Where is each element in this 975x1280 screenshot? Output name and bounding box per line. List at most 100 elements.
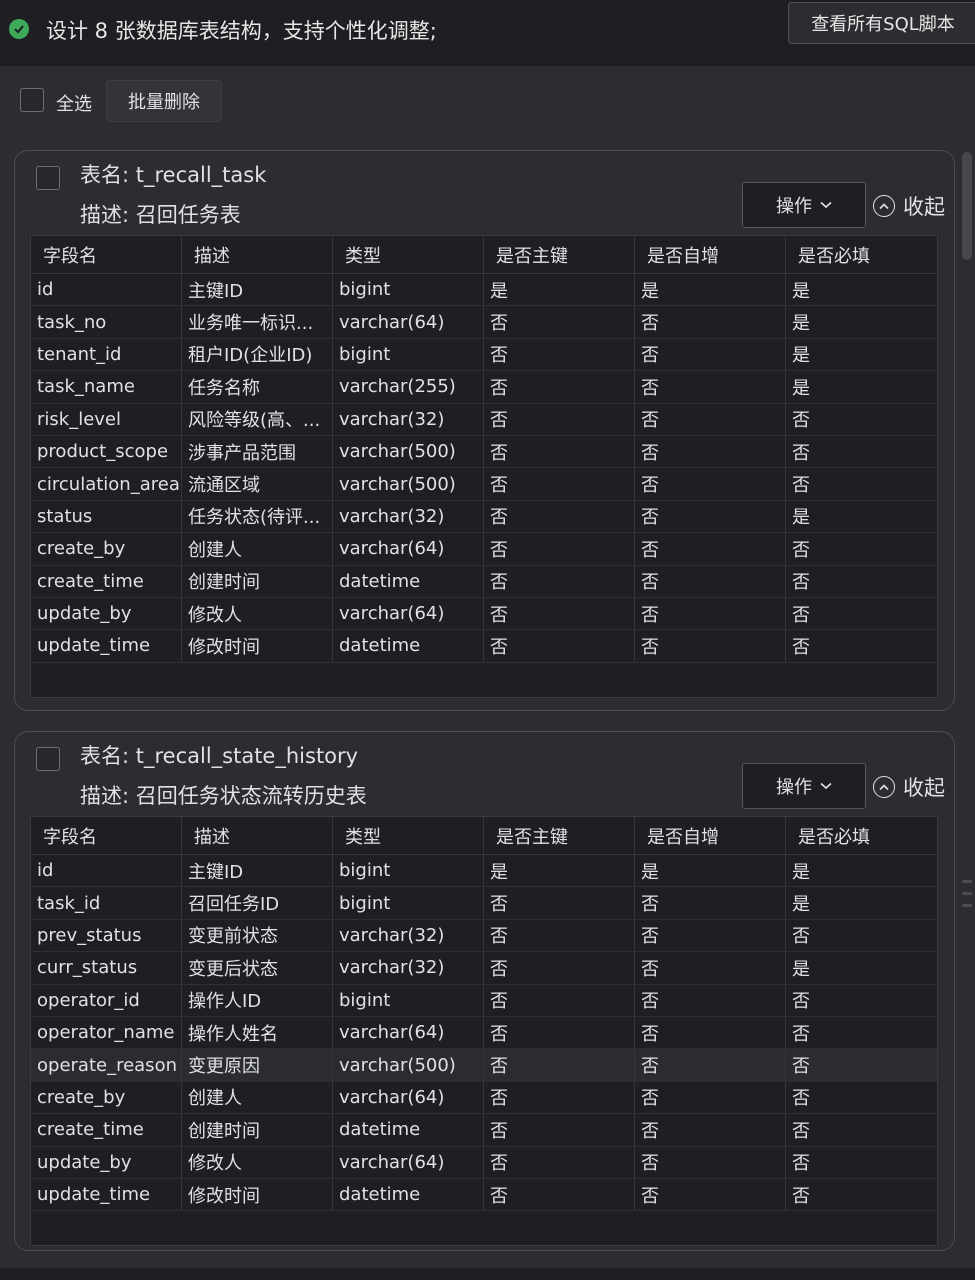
table-cell: 否 bbox=[635, 468, 786, 500]
batch-delete-button[interactable]: 批量删除 bbox=[106, 80, 222, 122]
table-cell: task_id bbox=[31, 887, 182, 919]
scroll-markers bbox=[962, 880, 972, 916]
table-select-checkbox[interactable] bbox=[36, 166, 60, 190]
table-cell: 业务唯一标识... bbox=[182, 306, 333, 338]
table-cell: operator_name bbox=[31, 1016, 182, 1049]
table-row[interactable]: risk_level 风险等级(高、... varchar(32) 否否否 bbox=[31, 403, 937, 436]
table-cell: varchar(64) bbox=[333, 1146, 484, 1178]
table-cell: 任务名称 bbox=[182, 371, 333, 403]
table-cell: 否 bbox=[484, 533, 635, 565]
view-all-sql-button[interactable]: 查看所有SQL脚本 bbox=[788, 2, 975, 44]
table-row[interactable]: status 任务状态(待评... varchar(32) 否否是 bbox=[31, 500, 937, 534]
chevron-up-circle-icon bbox=[873, 776, 895, 798]
table-cell: update_time bbox=[31, 630, 182, 662]
table-cell: 否 bbox=[792, 410, 810, 432]
column-header: 描述 bbox=[182, 236, 333, 273]
table-row[interactable]: id 主键ID bigint 是是是 bbox=[31, 855, 937, 888]
table-cell: varchar(64) bbox=[333, 597, 484, 630]
table-cell: 任务状态(待评... bbox=[182, 500, 333, 533]
table-cell: datetime bbox=[333, 1178, 484, 1211]
table-cell: 否 bbox=[484, 887, 635, 919]
table-cell: curr_status bbox=[31, 952, 182, 984]
table-cell: 流通区域 bbox=[182, 468, 333, 500]
column-header: 是否主键 bbox=[484, 817, 635, 854]
table-cell: tenant_id bbox=[31, 338, 182, 371]
chevron-up-circle-icon bbox=[873, 195, 895, 217]
table-row[interactable]: create_by 创建人 varchar(64) 否否否 bbox=[31, 533, 937, 566]
table-cell: 否 bbox=[484, 1114, 635, 1146]
table-cell: 否 bbox=[792, 1120, 810, 1142]
table-row[interactable]: tenant_id 租户ID(企业ID) bigint 否否是 bbox=[31, 338, 937, 372]
table-row[interactable]: product_scope 涉事产品范围 varchar(500) 否否否 bbox=[31, 435, 937, 469]
table-cell: 否 bbox=[484, 338, 635, 371]
column-header: 字段名 bbox=[31, 817, 182, 854]
table-cell: 否 bbox=[635, 533, 786, 565]
table-cell: create_by bbox=[31, 1081, 182, 1114]
table-row[interactable]: update_time 修改时间 datetime 否否否 bbox=[31, 630, 937, 663]
table-row[interactable]: circulation_area 流通区域 varchar(500) 否否否 bbox=[31, 468, 937, 501]
table-cell: 否 bbox=[635, 565, 786, 597]
column-header: 类型 bbox=[333, 236, 484, 273]
table-footer-space bbox=[31, 663, 937, 697]
table-row[interactable]: id 主键ID bigint 是是是 bbox=[31, 274, 937, 307]
table-row[interactable]: update_by 修改人 varchar(64) 否否否 bbox=[31, 597, 937, 631]
column-header: 是否自增 bbox=[635, 236, 786, 273]
table-cell: 否 bbox=[792, 442, 810, 464]
table-cell: 否 bbox=[635, 306, 786, 338]
table-cell: create_time bbox=[31, 565, 182, 597]
table-cell: 否 bbox=[484, 1049, 635, 1081]
table-cell: 是 bbox=[792, 958, 810, 980]
table-cell: 修改时间 bbox=[182, 630, 333, 662]
table-row[interactable]: task_id 召回任务ID bigint 否否是 bbox=[31, 887, 937, 920]
table-cell: varchar(32) bbox=[333, 500, 484, 533]
table-row[interactable]: operate_reason 变更原因 varchar(500) 否否否 bbox=[31, 1049, 937, 1082]
table-cell: 否 bbox=[635, 952, 786, 984]
table-cell: 否 bbox=[635, 1016, 786, 1049]
table-cell: 变更原因 bbox=[182, 1049, 333, 1081]
table-row[interactable]: operator_name 操作人姓名 varchar(64) 否否否 bbox=[31, 1016, 937, 1050]
operation-dropdown[interactable]: 操作 bbox=[742, 763, 866, 809]
table-row[interactable]: create_time 创建时间 datetime 否否否 bbox=[31, 1114, 937, 1147]
table-cell: varchar(64) bbox=[333, 1081, 484, 1114]
table-cell: bigint bbox=[333, 984, 484, 1016]
table-cell: operator_id bbox=[31, 984, 182, 1016]
table-cell: 创建人 bbox=[182, 1081, 333, 1114]
table-cell: varchar(32) bbox=[333, 403, 484, 435]
operation-dropdown[interactable]: 操作 bbox=[742, 182, 866, 228]
column-header: 是否自增 bbox=[635, 817, 786, 854]
select-all-checkbox[interactable] bbox=[20, 88, 44, 112]
table-cell: varchar(64) bbox=[333, 1016, 484, 1049]
table-cell: create_time bbox=[31, 1114, 182, 1146]
table-description: 描述: 召回任务状态流转历史表 bbox=[80, 784, 367, 808]
collapse-toggle[interactable]: 收起 bbox=[873, 191, 945, 221]
table-cell: varchar(32) bbox=[333, 952, 484, 984]
table-select-checkbox[interactable] bbox=[36, 747, 60, 771]
table-row[interactable]: create_by 创建人 varchar(64) 否否否 bbox=[31, 1081, 937, 1115]
table-row[interactable]: task_name 任务名称 varchar(255) 否否是 bbox=[31, 371, 937, 404]
table-cell: varchar(32) bbox=[333, 919, 484, 952]
table-cell: 主键ID bbox=[182, 274, 333, 306]
table-cell: 否 bbox=[792, 926, 810, 948]
table-cell: 否 bbox=[635, 1114, 786, 1146]
table-cell: 否 bbox=[484, 306, 635, 338]
table-cell: prev_status bbox=[31, 919, 182, 952]
table-header-row: 字段名 描述 类型 是否主键 是否自增 是否必填 bbox=[31, 236, 937, 274]
table-cell: id bbox=[31, 274, 182, 306]
table-row[interactable]: update_by 修改人 varchar(64) 否否否 bbox=[31, 1146, 937, 1179]
table-row[interactable]: operator_id 操作人ID bigint 否否否 bbox=[31, 984, 937, 1017]
table-row[interactable]: update_time 修改时间 datetime 否否否 bbox=[31, 1178, 937, 1212]
vertical-scrollbar[interactable] bbox=[962, 152, 972, 260]
select-all-label[interactable]: 全选 bbox=[56, 90, 92, 116]
table-cell: 否 bbox=[484, 500, 635, 533]
table-row[interactable]: create_time 创建时间 datetime 否否否 bbox=[31, 565, 937, 598]
table-cell: status bbox=[31, 500, 182, 533]
collapse-toggle[interactable]: 收起 bbox=[873, 772, 945, 802]
table-cell: 是 bbox=[792, 861, 810, 883]
table-row[interactable]: curr_status 变更后状态 varchar(32) 否否是 bbox=[31, 952, 937, 985]
column-header: 类型 bbox=[333, 817, 484, 854]
table-cell: 否 bbox=[635, 435, 786, 468]
table-cell: 否 bbox=[484, 1146, 635, 1178]
table-row[interactable]: task_no 业务唯一标识... varchar(64) 否否是 bbox=[31, 306, 937, 339]
table-cell: 否 bbox=[635, 887, 786, 919]
table-row[interactable]: prev_status 变更前状态 varchar(32) 否否否 bbox=[31, 919, 937, 953]
